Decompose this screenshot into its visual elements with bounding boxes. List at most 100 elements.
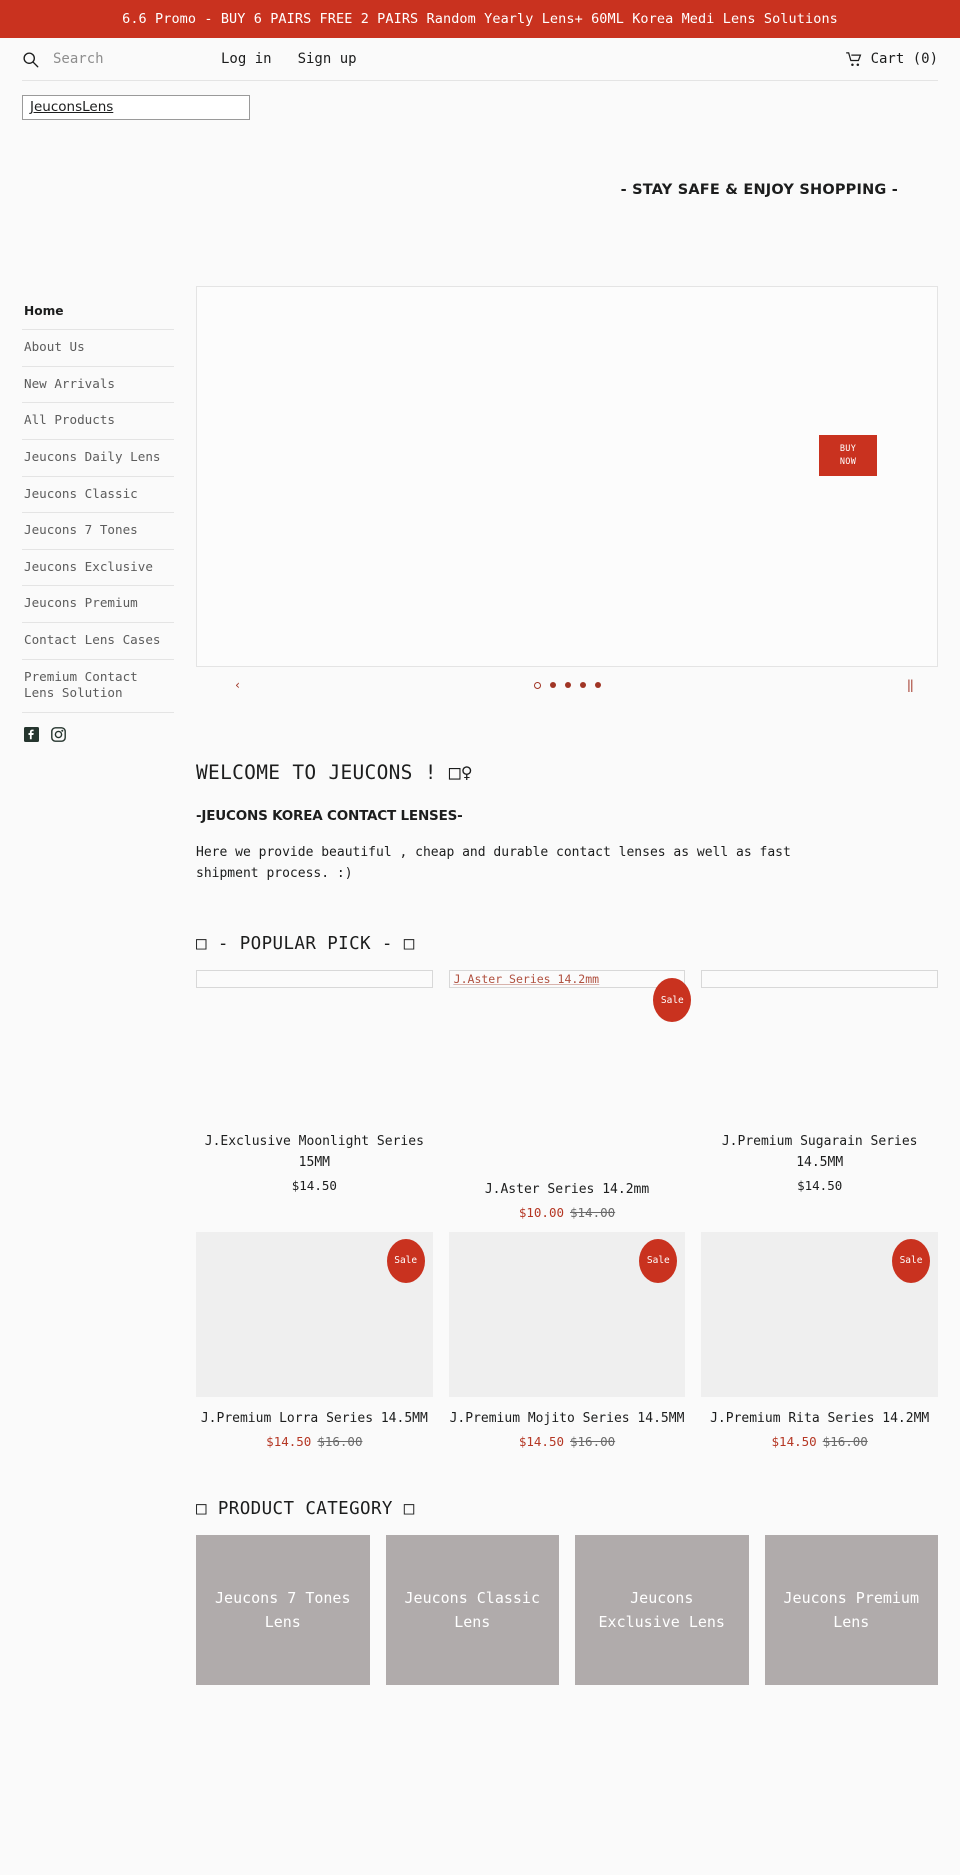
product-current-price: $14.50 <box>266 1433 312 1449</box>
facebook-icon[interactable] <box>24 726 39 742</box>
welcome-heading: WELCOME TO JEUCONS ! □♀ <box>196 761 473 784</box>
slider-dots <box>196 681 938 689</box>
search-area <box>22 51 203 68</box>
product-thumbnail[interactable]: Sale <box>701 1231 939 1397</box>
sidebar-item-label: Jeucons Daily Lens <box>24 448 161 464</box>
brand-area: JeuconsLens <box>0 81 960 120</box>
popular-pick-heading: □ - POPULAR PICK - □ <box>196 934 415 955</box>
image-alt-text: J.Aster Series 14.2mm <box>453 972 600 987</box>
broken-image-placeholder: J.Aster Series 14.2mm <box>448 970 686 989</box>
category-card[interactable]: Jeucons Exclusive Lens <box>575 1534 749 1685</box>
sidebar-item-new-arrivals[interactable]: New Arrivals <box>22 367 174 404</box>
sidebar-item-label: About Us <box>24 339 85 355</box>
thumbnail-spacer <box>196 988 433 1120</box>
product-price: $14.50 $16.00 <box>196 1434 433 1449</box>
product-card[interactable]: J.Aster Series 14.2mm Sale J.Aster Series … <box>448 970 692 1220</box>
product-title[interactable]: J.Premium Sugarain Series 14.5MM <box>701 1132 938 1174</box>
category-card[interactable]: Jeucons Premium Lens <box>764 1534 938 1685</box>
product-thumbnail[interactable] <box>196 970 433 989</box>
product-current-price: $14.50 <box>518 1433 564 1449</box>
product-title[interactable]: J.Premium Lorra Series 14.5MM <box>196 1409 433 1430</box>
hero-slideshow[interactable]: BUY NOW <box>196 286 938 667</box>
product-title[interactable]: J.Premium Mojito Series 14.5MM <box>449 1409 686 1430</box>
cart-link[interactable]: Cart (0) <box>845 51 938 67</box>
product-current-price: $10.00 <box>518 1204 564 1220</box>
sidebar-item-jeucons-daily-lens[interactable]: Jeucons Daily Lens <box>22 440 174 477</box>
site-logo[interactable]: JeuconsLens <box>22 95 250 120</box>
promo-text: 6.6 Promo - BUY 6 PAIRS FREE 2 PAIRS Ran… <box>122 11 838 27</box>
search-input[interactable] <box>53 51 203 67</box>
sidebar-item-label: Contact Lens Cases <box>24 631 161 647</box>
buy-now-button[interactable]: BUY NOW <box>819 435 877 476</box>
sidebar-item-all-products[interactable]: All Products <box>22 403 174 440</box>
sidebar-item-home[interactable]: Home <box>22 294 174 331</box>
site-header: Log in Sign up Cart (0) <box>0 38 960 80</box>
cart-label: Cart (0) <box>870 51 938 67</box>
sidebar-item-jeucons-exclusive[interactable]: Jeucons Exclusive <box>22 550 174 587</box>
sidebar-item-label: Premium Contact Lens Solution <box>24 668 138 701</box>
slider-dot-1[interactable] <box>533 681 541 689</box>
welcome-subheading: -JEUCONS KOREA CONTACT LENSES- <box>196 808 463 824</box>
sidebar-item-label: Jeucons 7 Tones <box>24 522 138 538</box>
product-price: $10.00 $14.00 <box>449 1205 686 1220</box>
product-title[interactable]: J.Exclusive Moonlight Series 15MM <box>196 1132 433 1174</box>
header-nav: Log in Sign up <box>221 51 357 67</box>
slider-dot-4[interactable] <box>579 682 586 688</box>
product-price: $14.50 $16.00 <box>701 1434 938 1449</box>
product-title[interactable]: J.Aster Series 14.2mm <box>449 1180 686 1201</box>
sidebar-item-jeucons-premium[interactable]: Jeucons Premium <box>22 586 174 623</box>
login-link[interactable]: Log in <box>221 51 272 67</box>
product-card[interactable]: Sale J.Premium Lorra Series 14.5MM $14.50 $… <box>196 1231 433 1449</box>
buy-now-line2: NOW <box>839 457 857 467</box>
broken-image-placeholder <box>196 970 433 989</box>
sale-badge: Sale <box>639 1238 678 1283</box>
sidebar-item-jeucons-classic[interactable]: Jeucons Classic <box>22 477 174 514</box>
category-grid: Jeucons 7 Tones Lens Jeucons Classic Lens… <box>196 1534 938 1685</box>
popular-row-1: J.Exclusive Moonlight Series 15MM $14.50 J… <box>196 970 939 1220</box>
sidebar-item-label: Jeucons Classic <box>24 485 138 501</box>
sale-badge: Sale <box>892 1238 931 1283</box>
buy-now-line1: BUY <box>839 444 857 454</box>
sidebar-item-about-us[interactable]: About Us <box>22 330 174 367</box>
category-card[interactable]: Jeucons Classic Lens <box>385 1534 559 1685</box>
welcome-paragraph: Here we provide beautiful , cheap and du… <box>196 845 791 882</box>
sale-badge: Sale <box>653 978 692 1023</box>
product-title[interactable]: J.Premium Rita Series 14.2MM <box>701 1409 938 1430</box>
sidebar-list: Home About Us New Arrivals All Products Jeuc… <box>22 294 174 713</box>
tagline-text: - STAY SAFE & ENJOY SHOPPING - <box>620 182 898 198</box>
slider-dot-3[interactable] <box>564 682 571 688</box>
sidebar-item-label: All Products <box>24 412 115 428</box>
product-thumbnail[interactable]: Sale <box>196 1231 433 1397</box>
sidebar-item-jeucons-7-tones[interactable]: Jeucons 7 Tones <box>22 513 174 550</box>
product-card[interactable]: J.Premium Sugarain Series 14.5MM $14.50 <box>701 970 939 1220</box>
sidebar-item-premium-contact-lens-solution[interactable]: Premium Contact Lens Solution <box>22 660 174 713</box>
search-icon[interactable] <box>22 51 39 68</box>
product-thumbnail[interactable]: Sale <box>448 1231 686 1397</box>
sidebar-item-label: Home <box>24 304 64 318</box>
category-card-label: Jeucons 7 Tones Lens <box>215 1588 351 1631</box>
instagram-icon[interactable] <box>51 726 66 742</box>
product-thumbnail[interactable] <box>701 970 939 989</box>
page-body: Home About Us New Arrivals All Products Jeuc… <box>0 240 960 1685</box>
category-card-label: Jeucons Premium Lens <box>783 1588 919 1631</box>
sidebar-item-contact-lens-cases[interactable]: Contact Lens Cases <box>22 623 174 660</box>
product-compare-price: $16.00 <box>317 1433 363 1449</box>
product-card[interactable]: Sale J.Premium Rita Series 14.2MM $14.50 $1… <box>701 1231 939 1449</box>
tagline-area: - STAY SAFE & ENJOY SHOPPING - <box>0 120 960 240</box>
sidebar-nav: Home About Us New Arrivals All Products Jeuc… <box>22 240 174 742</box>
product-thumbnail[interactable]: J.Aster Series 14.2mm Sale <box>448 970 692 1023</box>
slider-dot-2[interactable] <box>549 682 556 688</box>
product-card[interactable]: Sale J.Premium Mojito Series 14.5MM $14.50… <box>448 1231 686 1449</box>
slider-dot-5[interactable] <box>594 682 601 688</box>
signup-link[interactable]: Sign up <box>298 51 357 67</box>
slider-next-button[interactable]: ‖ <box>907 679 914 691</box>
sidebar-item-label: New Arrivals <box>24 375 115 391</box>
cart-icon <box>845 51 863 67</box>
category-card-label: Jeucons Exclusive Lens <box>598 1588 725 1631</box>
category-card[interactable]: Jeucons 7 Tones Lens <box>196 1534 370 1685</box>
product-current-price: $14.50 <box>771 1433 817 1449</box>
product-price: $14.50 $16.00 <box>449 1434 686 1449</box>
social-links <box>22 713 174 742</box>
product-price: $14.50 <box>196 1178 433 1193</box>
product-card[interactable]: J.Exclusive Moonlight Series 15MM $14.50 <box>196 970 433 1220</box>
